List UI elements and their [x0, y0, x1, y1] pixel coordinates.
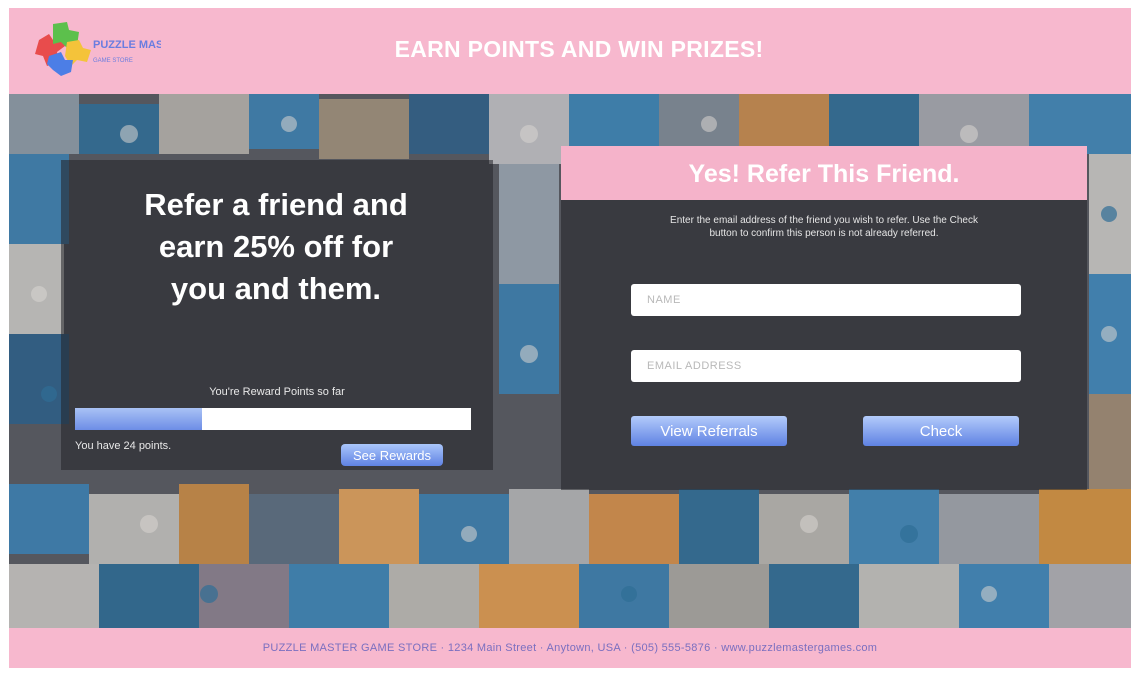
points-progress-fill — [75, 408, 202, 430]
logo-name-text: PUZZLE MASTER — [93, 39, 161, 51]
name-input[interactable] — [631, 284, 1021, 316]
header: PUZZLE MASTER GAME STORE EARN POINTS AND… — [9, 8, 1131, 94]
points-progress-bar — [75, 408, 471, 430]
check-button[interactable]: Check — [863, 416, 1019, 446]
referral-headline-line2: earn 25% off for — [158, 229, 394, 264]
email-input[interactable] — [631, 350, 1021, 382]
page-frame: PUZZLE MASTER GAME STORE EARN POINTS AND… — [9, 8, 1131, 668]
footer: PUZZLE MASTER GAME STORE · 1234 Main Str… — [9, 628, 1131, 668]
points-caption: You're Reward Points so far — [209, 386, 345, 398]
puzzle-logo-icon[interactable]: PUZZLE MASTER GAME STORE — [31, 18, 161, 86]
view-referrals-button[interactable]: View Referrals — [631, 416, 787, 446]
referral-promo-panel: Refer a friend and earn 25% off for you … — [61, 160, 493, 470]
logo-sub-text: GAME STORE — [93, 58, 133, 64]
refer-friend-form-panel: Yes! Refer This Friend. Enter the email … — [561, 146, 1087, 490]
see-rewards-button[interactable]: See Rewards — [341, 444, 443, 466]
footer-contact-text: PUZZLE MASTER GAME STORE · 1234 Main Str… — [262, 642, 878, 654]
referral-headline-line1: Refer a friend and — [144, 187, 408, 222]
form-instructions: Enter the email address of the friend yo… — [670, 215, 978, 239]
referral-headline-line3: you and them. — [170, 271, 382, 306]
referral-headline: Refer a friend and earn 25% off for you … — [101, 184, 451, 310]
points-count-text: You have 24 points. — [75, 440, 172, 452]
form-title: Yes! Refer This Friend. — [688, 160, 960, 188]
page-title: EARN POINTS AND WIN PRIZES! — [394, 36, 764, 62]
form-title-bar: Yes! Refer This Friend. — [561, 146, 1087, 200]
puzzle-background: Refer a friend and earn 25% off for you … — [9, 94, 1131, 628]
